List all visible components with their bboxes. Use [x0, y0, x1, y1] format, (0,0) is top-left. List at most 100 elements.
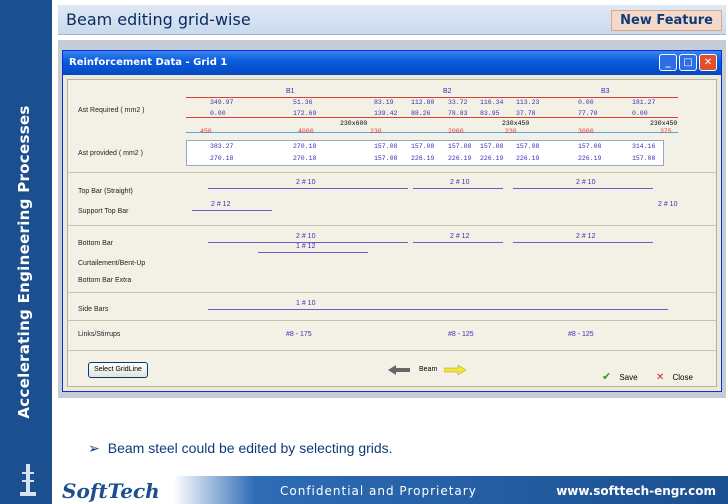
req-bottom-value[interactable]: 0.00 — [210, 110, 226, 117]
span-label: B2 — [443, 88, 452, 95]
provided-top-value[interactable]: 157.08 — [578, 143, 601, 150]
divider — [68, 292, 716, 293]
bottom-bar-value[interactable]: 2 # 12 — [576, 233, 595, 240]
checkmark-icon: ✔ — [602, 370, 612, 383]
req-bottom-value[interactable]: 88.26 — [411, 110, 431, 117]
req-bottom-value[interactable]: 0.00 — [632, 110, 648, 117]
side-bar-value[interactable]: 1 # 10 — [296, 300, 315, 307]
provided-top-value[interactable]: 383.27 — [210, 143, 233, 150]
rebar-line — [413, 242, 503, 243]
req-top-value[interactable]: 0.00 — [578, 99, 594, 106]
rebar-line — [413, 188, 503, 189]
provided-bottom-value[interactable]: 157.08 — [374, 155, 397, 162]
select-gridline-button[interactable]: Select GridLine — [88, 362, 148, 378]
req-top-value[interactable]: 51.36 — [293, 99, 313, 106]
row-label-support-top-bar: Support Top Bar — [78, 208, 129, 215]
req-bottom-value[interactable]: 37.78 — [516, 110, 536, 117]
close-button[interactable]: ✕ Close — [656, 365, 693, 384]
req-top-value[interactable]: 116.34 — [480, 99, 503, 106]
close-window-button[interactable]: ✕ — [699, 54, 717, 71]
arrow-bullet-icon: ➢ — [88, 440, 100, 456]
arrow-left-icon[interactable] — [388, 365, 410, 375]
rebar-line — [208, 242, 408, 243]
req-top-value[interactable]: 112.80 — [411, 99, 434, 106]
req-bottom-value[interactable]: 78.83 — [448, 110, 468, 117]
req-top-value[interactable]: 33.72 — [448, 99, 468, 106]
dimension-value: 4000 — [298, 128, 314, 135]
rebar-line — [258, 252, 368, 253]
reinforcement-dialog: Reinforcement Data - Grid 1 _ □ ✕ B1 B2 … — [62, 50, 722, 392]
provided-bottom-value[interactable]: 226.19 — [480, 155, 503, 162]
provided-bottom-value[interactable]: 226.19 — [411, 155, 434, 162]
provided-bottom-value[interactable]: 226.19 — [516, 155, 539, 162]
req-top-value[interactable]: 181.27 — [632, 99, 655, 106]
provided-top-value[interactable]: 157.08 — [480, 143, 503, 150]
arrow-right-icon[interactable] — [444, 365, 466, 375]
bottom-bar-value[interactable]: 2 # 10 — [296, 233, 315, 240]
rebar-line — [192, 210, 272, 211]
links-value[interactable]: #8 - 175 — [286, 331, 312, 338]
row-label-bottom-bar-extra: Bottom Bar Extra — [78, 277, 132, 284]
links-value[interactable]: #8 - 125 — [568, 331, 594, 338]
dimension-value: 230 — [505, 128, 517, 135]
provided-top-value[interactable]: 157.08 — [374, 143, 397, 150]
sidebar-tagline: Accelerating Engineering Processes — [15, 105, 33, 419]
provided-top-value[interactable]: 314.16 — [632, 143, 655, 150]
section-size: 230x450 — [650, 120, 678, 127]
new-feature-badge: New Feature — [611, 10, 722, 31]
req-bottom-value[interactable]: 172.69 — [293, 110, 316, 117]
provided-top-value[interactable]: 157.08 — [516, 143, 539, 150]
req-top-value[interactable]: 349.97 — [210, 99, 233, 106]
divider — [68, 225, 716, 226]
save-label: Save — [619, 373, 638, 382]
maximize-button[interactable]: □ — [679, 54, 697, 71]
sidebar: Accelerating Engineering Processes — [0, 0, 52, 504]
rebar-line — [513, 188, 653, 189]
save-button[interactable]: ✔ Save — [602, 365, 638, 384]
footer-bar: SoftTech Confidential and Proprietary ww… — [52, 476, 728, 504]
minimize-button[interactable]: _ — [659, 54, 677, 71]
span-label: B3 — [601, 88, 610, 95]
req-bottom-value[interactable]: 139.42 — [374, 110, 397, 117]
req-top-value[interactable]: 83.19 — [374, 99, 394, 106]
divider — [68, 172, 716, 173]
req-top-value[interactable]: 113.23 — [516, 99, 539, 106]
dimension-value: 450 — [200, 128, 212, 135]
rebar-line — [513, 242, 653, 243]
bottom-bar-value[interactable]: 2 # 12 — [450, 233, 469, 240]
links-value[interactable]: #8 - 125 — [448, 331, 474, 338]
provided-bottom-value[interactable]: 270.18 — [293, 155, 316, 162]
divider — [68, 320, 716, 321]
req-bottom-value[interactable]: 77.70 — [578, 110, 598, 117]
divider — [68, 350, 716, 351]
provided-bottom-value[interactable]: 270.18 — [210, 155, 233, 162]
section-size: 230x450 — [502, 120, 530, 127]
row-label-curtailment: Curtailement/Bent-Up — [78, 260, 146, 267]
section-size: 230x600 — [340, 120, 368, 127]
row-label-ast-required: Ast Required ( mm2 ) — [78, 107, 145, 114]
top-bar-value[interactable]: 2 # 10 — [450, 179, 469, 186]
bottom-bar-value[interactable]: 1 # 12 — [296, 243, 315, 250]
rebar-line — [208, 309, 668, 310]
website-url[interactable]: www.softtech-engr.com — [556, 484, 716, 498]
provided-top-value[interactable]: 157.08 — [448, 143, 471, 150]
provided-bottom-value[interactable]: 226.19 — [578, 155, 601, 162]
row-label-side-bars: Side Bars — [78, 306, 109, 313]
provided-bottom-value[interactable]: 226.19 — [448, 155, 471, 162]
support-top-value[interactable]: 2 # 12 — [211, 201, 230, 208]
top-bar-value[interactable]: 2 # 10 — [296, 179, 315, 186]
tower-logo-icon — [20, 464, 36, 496]
support-top-value[interactable]: 2 # 10 — [658, 201, 677, 208]
top-bar-value[interactable]: 2 # 10 — [576, 179, 595, 186]
row-label-bottom-bar: Bottom Bar — [78, 240, 114, 247]
provided-top-value[interactable]: 270.18 — [293, 143, 316, 150]
rebar-line — [208, 188, 408, 189]
provided-top-value[interactable]: 157.08 — [411, 143, 434, 150]
provided-bottom-value[interactable]: 157.08 — [632, 155, 655, 162]
req-bottom-value[interactable]: 83.95 — [480, 110, 500, 117]
row-label-links: Links/Stirrups — [78, 331, 121, 338]
beam-outline — [186, 97, 678, 98]
x-icon: ✕ — [656, 372, 665, 383]
beam-outline — [186, 117, 678, 118]
confidential-text: Confidential and Proprietary — [280, 484, 477, 498]
